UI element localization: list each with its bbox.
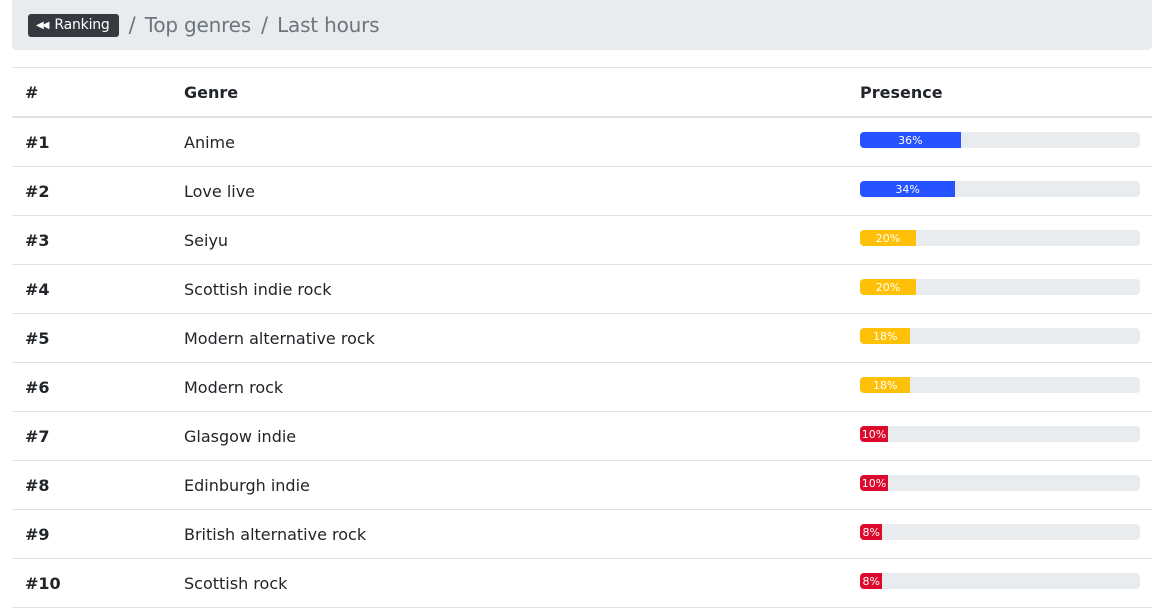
table-row: #2 Love live 34% xyxy=(12,167,1152,216)
row-genre: Love live xyxy=(184,181,256,201)
header-presence: Presence xyxy=(860,82,943,102)
row-genre: Edinburgh indie xyxy=(184,475,310,495)
row-genre: Glasgow indie xyxy=(184,426,297,446)
presence-bar-fill: 8% xyxy=(860,573,883,589)
presence-bar-track: 18% xyxy=(860,328,1140,344)
row-genre: Seiyu xyxy=(184,230,229,250)
breadcrumb-item-top-genres[interactable]: Top genres xyxy=(145,13,251,37)
row-genre: Scottish indie rock xyxy=(184,279,332,299)
row-presence: 10% xyxy=(848,475,1152,491)
row-presence: 20% xyxy=(848,230,1152,246)
presence-bar-fill: 20% xyxy=(860,279,916,295)
row-genre: Modern alternative rock xyxy=(184,328,375,348)
breadcrumb-separator: / xyxy=(128,13,136,37)
row-presence: 18% xyxy=(848,328,1152,344)
table-row: #3 Seiyu 20% xyxy=(12,216,1152,265)
row-presence: 18% xyxy=(848,377,1152,393)
table-row: #1 Anime 36% xyxy=(12,118,1152,167)
row-presence: 8% xyxy=(848,573,1152,589)
table-header-row: # Genre Presence xyxy=(12,68,1152,118)
table-row: #7 Glasgow indie 10% xyxy=(12,412,1152,461)
row-genre: Modern rock xyxy=(184,377,284,397)
presence-bar-track: 10% xyxy=(860,475,1140,491)
breadcrumb-item-last-hours: Last hours xyxy=(277,13,380,37)
row-rank: #4 xyxy=(25,279,50,299)
back-button-label: Ranking xyxy=(54,17,110,33)
row-rank: #6 xyxy=(25,377,50,397)
presence-bar-fill: 10% xyxy=(860,475,888,491)
table-row: #4 Scottish indie rock 20% xyxy=(12,265,1152,314)
row-rank: #7 xyxy=(25,426,50,446)
back-to-ranking-button[interactable]: ◀◀ Ranking xyxy=(28,13,119,37)
presence-bar-fill: 18% xyxy=(860,377,911,393)
header-rank: # xyxy=(25,82,39,102)
presence-bar-fill: 34% xyxy=(860,181,956,197)
row-genre: Scottish rock xyxy=(184,573,288,593)
row-rank: #8 xyxy=(25,475,50,495)
genres-table: # Genre Presence #1 Anime 36% #2 Love live 34… xyxy=(12,67,1152,608)
table-row: #6 Modern rock 18% xyxy=(12,363,1152,412)
row-rank: #3 xyxy=(25,230,50,250)
row-rank: #9 xyxy=(25,524,50,544)
breadcrumb-separator: / xyxy=(261,13,269,37)
presence-bar-fill: 18% xyxy=(860,328,911,344)
presence-bar-fill: 36% xyxy=(860,132,961,148)
presence-bar-track: 36% xyxy=(860,132,1140,148)
table-body: #1 Anime 36% #2 Love live 34% #3 Seiyu 20% #4 Scot… xyxy=(12,118,1152,608)
presence-bar-track: 20% xyxy=(860,230,1140,246)
presence-bar-track: 8% xyxy=(860,573,1140,589)
presence-bar-track: 10% xyxy=(860,426,1140,442)
row-presence: 36% xyxy=(848,132,1152,148)
row-presence: 20% xyxy=(848,279,1152,295)
row-presence: 34% xyxy=(848,181,1152,197)
row-presence: 10% xyxy=(848,426,1152,442)
row-rank: #2 xyxy=(25,181,50,201)
presence-bar-fill: 8% xyxy=(860,524,883,540)
presence-bar-track: 34% xyxy=(860,181,1140,197)
presence-bar-track: 20% xyxy=(860,279,1140,295)
table-row: #5 Modern alternative rock 18% xyxy=(12,314,1152,363)
presence-bar-track: 8% xyxy=(860,524,1140,540)
table-row: #10 Scottish rock 8% xyxy=(12,559,1152,608)
fast-backward-icon: ◀◀ xyxy=(36,19,49,31)
row-genre: Anime xyxy=(184,132,235,152)
row-genre: British alternative rock xyxy=(184,524,367,544)
presence-bar-fill: 10% xyxy=(860,426,888,442)
table-row: #8 Edinburgh indie 10% xyxy=(12,461,1152,510)
header-genre: Genre xyxy=(184,82,239,102)
row-rank: #10 xyxy=(25,573,61,593)
presence-bar-track: 18% xyxy=(860,377,1140,393)
table-row: #9 British alternative rock 8% xyxy=(12,510,1152,559)
row-presence: 8% xyxy=(848,524,1152,540)
breadcrumb: ◀◀ Ranking / Top genres / Last hours xyxy=(12,0,1152,50)
row-rank: #1 xyxy=(25,132,50,152)
presence-bar-fill: 20% xyxy=(860,230,916,246)
row-rank: #5 xyxy=(25,328,50,348)
